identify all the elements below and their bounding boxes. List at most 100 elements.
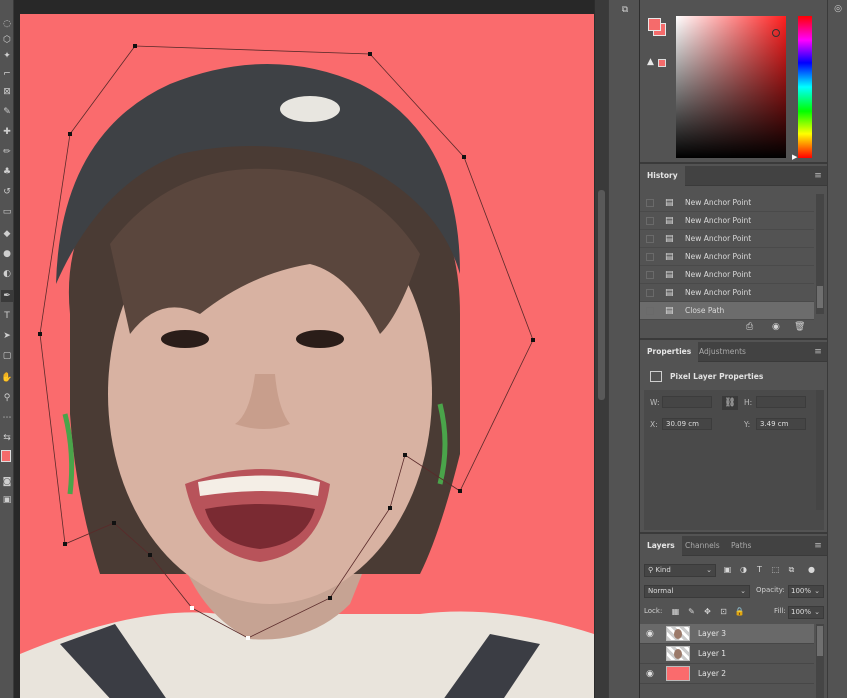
history-item-current[interactable]: ▤ Close Path bbox=[640, 302, 814, 320]
filter-smart-object-icon[interactable]: ⧉ bbox=[786, 564, 797, 576]
color-picker-cursor[interactable] bbox=[772, 29, 780, 37]
layer-row[interactable]: Layer 1 bbox=[640, 644, 814, 664]
tab-history[interactable]: History bbox=[640, 166, 685, 186]
lock-artboard-icon[interactable]: ⊡ bbox=[718, 606, 729, 618]
fill-field[interactable]: 100% ⌄ bbox=[788, 606, 824, 619]
canvas-vertical-scrollbar[interactable] bbox=[594, 0, 608, 698]
canvas-area[interactable] bbox=[14, 0, 594, 698]
history-item[interactable]: ▤ New Anchor Point bbox=[640, 284, 814, 302]
chevron-down-icon: ⌄ bbox=[814, 608, 820, 616]
eyedropper-tool-icon[interactable]: ✎ bbox=[1, 106, 13, 118]
screen-mode-icon[interactable]: ▣ bbox=[1, 494, 13, 506]
blur-tool-icon[interactable]: ● bbox=[1, 248, 13, 260]
opacity-field[interactable]: 100% ⌄ bbox=[788, 585, 824, 598]
hand-tool-icon[interactable]: ✋ bbox=[1, 372, 13, 384]
eye-icon[interactable]: ◉ bbox=[646, 669, 656, 679]
x-field[interactable]: 30.09 cm bbox=[662, 418, 712, 430]
brush-tool-icon[interactable]: ✏ bbox=[1, 146, 13, 158]
scroll-thumb[interactable] bbox=[598, 190, 605, 400]
height-field[interactable] bbox=[756, 396, 806, 408]
layers-scroll-thumb[interactable] bbox=[817, 626, 823, 656]
foreground-color-swatch[interactable] bbox=[1, 450, 11, 462]
eye-icon[interactable]: ◉ bbox=[646, 629, 656, 639]
dodge-tool-icon[interactable]: ◐ bbox=[1, 268, 13, 280]
tab-properties[interactable]: Properties bbox=[640, 342, 699, 362]
history-source-checkbox[interactable] bbox=[646, 307, 654, 315]
history-item[interactable]: ▤ New Anchor Point bbox=[640, 194, 814, 212]
lock-all-icon[interactable]: 🔒 bbox=[734, 606, 745, 618]
tab-layers[interactable]: Layers bbox=[640, 536, 682, 556]
magic-wand-tool-icon[interactable]: ✦ bbox=[1, 50, 13, 62]
gamut-swatch[interactable] bbox=[658, 59, 666, 67]
history-item[interactable]: ▤ New Anchor Point bbox=[640, 248, 814, 266]
color-spectrum-field[interactable] bbox=[676, 16, 786, 158]
filter-adjustment-icon[interactable]: ◑ bbox=[738, 564, 749, 576]
kind-filter-select[interactable]: ⚲ Kind ⌄ bbox=[644, 564, 716, 577]
quick-mask-icon[interactable]: ◙ bbox=[1, 476, 13, 488]
clone-stamp-icon[interactable]: ♣ bbox=[1, 166, 13, 178]
layer-name[interactable]: Layer 3 bbox=[698, 624, 726, 644]
history-source-checkbox[interactable] bbox=[646, 253, 654, 261]
history-scrollbar[interactable] bbox=[816, 194, 824, 314]
history-source-checkbox[interactable] bbox=[646, 235, 654, 243]
hue-slider-arrow-icon[interactable]: ▶ bbox=[792, 153, 797, 161]
delete-state-icon[interactable]: 🗑 bbox=[794, 322, 805, 332]
document-canvas[interactable] bbox=[20, 14, 594, 698]
layer-row[interactable]: ◉ Layer 2 bbox=[640, 664, 814, 684]
properties-menu-icon[interactable]: ≡ bbox=[813, 347, 823, 357]
history-scroll-thumb[interactable] bbox=[817, 286, 823, 308]
history-source-checkbox[interactable] bbox=[646, 199, 654, 207]
layer-row[interactable]: ◉ Layer 3 bbox=[640, 624, 814, 644]
lock-transparency-icon[interactable]: ▦ bbox=[670, 606, 681, 618]
type-tool-icon[interactable]: T bbox=[1, 310, 13, 322]
layer-name[interactable]: Layer 1 bbox=[698, 644, 726, 664]
history-item[interactable]: ▤ New Anchor Point bbox=[640, 212, 814, 230]
filter-type-icon[interactable]: T bbox=[754, 564, 765, 576]
visibility-toggle[interactable] bbox=[646, 649, 656, 659]
filter-shape-icon[interactable]: ⬚ bbox=[770, 564, 781, 576]
pen-tool-icon[interactable]: ✒ bbox=[1, 290, 13, 302]
layer-name[interactable]: Layer 2 bbox=[698, 664, 726, 684]
lock-position-icon[interactable]: ✥ bbox=[702, 606, 713, 618]
history-item[interactable]: ▤ New Anchor Point bbox=[640, 266, 814, 284]
tab-channels[interactable]: Channels bbox=[678, 536, 727, 556]
lock-pixels-icon[interactable]: ✎ bbox=[686, 606, 697, 618]
history-source-checkbox[interactable] bbox=[646, 217, 654, 225]
layers-menu-icon[interactable]: ≡ bbox=[813, 541, 823, 551]
frame-tool-icon[interactable]: ⊠ bbox=[1, 86, 13, 98]
eraser-tool-icon[interactable]: ▭ bbox=[1, 206, 13, 218]
swap-colors-icon[interactable]: ⇆ bbox=[1, 432, 13, 444]
arrange-panels-icon[interactable]: ⧉ bbox=[618, 4, 632, 16]
path-selection-icon[interactable]: ➤ bbox=[1, 330, 13, 342]
y-field[interactable]: 3.49 cm bbox=[756, 418, 806, 430]
beanie-flower-pin bbox=[280, 96, 340, 122]
more-tools-icon[interactable]: ⋯ bbox=[1, 412, 13, 424]
layers-scrollbar[interactable] bbox=[816, 624, 824, 698]
history-source-checkbox[interactable] bbox=[646, 289, 654, 297]
new-snapshot-icon[interactable]: ◉ bbox=[772, 322, 780, 332]
hue-slider[interactable] bbox=[798, 16, 812, 158]
lasso-tool-icon[interactable]: ◌ bbox=[1, 18, 13, 30]
zoom-tool-icon[interactable]: ⚲ bbox=[1, 392, 13, 404]
libraries-icon[interactable]: ◎ bbox=[832, 3, 844, 15]
blend-mode-select[interactable]: Normal ⌄ bbox=[644, 585, 750, 598]
history-item[interactable]: ▤ New Anchor Point bbox=[640, 230, 814, 248]
paint-bucket-icon[interactable]: ◆ bbox=[1, 228, 13, 240]
filter-toggle-icon[interactable]: ● bbox=[806, 564, 817, 576]
link-dimensions-icon[interactable]: ⛓ bbox=[722, 396, 738, 410]
rectangle-tool-icon[interactable]: ▢ bbox=[1, 350, 13, 362]
history-brush-icon[interactable]: ↺ bbox=[1, 186, 13, 198]
history-tabs: History ≡ bbox=[640, 166, 827, 186]
foreground-color-chip[interactable] bbox=[648, 18, 661, 31]
history-source-checkbox[interactable] bbox=[646, 271, 654, 279]
properties-scrollbar[interactable] bbox=[816, 390, 824, 510]
healing-brush-icon[interactable]: ✚ bbox=[1, 126, 13, 138]
crop-tool-icon[interactable]: ⌐ bbox=[1, 68, 13, 80]
new-document-from-state-icon[interactable]: ⎙ bbox=[746, 322, 753, 332]
tab-paths[interactable]: Paths bbox=[724, 536, 758, 556]
polygon-lasso-tool-icon[interactable]: ⬡ bbox=[1, 34, 13, 46]
tab-adjustments[interactable]: Adjustments bbox=[692, 342, 753, 362]
history-menu-icon[interactable]: ≡ bbox=[813, 171, 823, 181]
filter-pixel-icon[interactable]: ▣ bbox=[722, 564, 733, 576]
width-field[interactable] bbox=[662, 396, 712, 408]
